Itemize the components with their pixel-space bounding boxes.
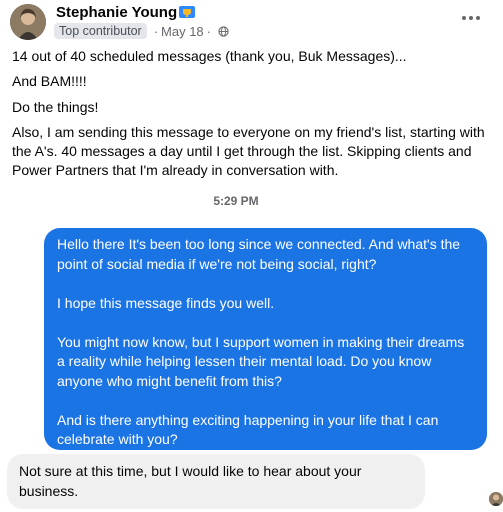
outgoing-message-bubble[interactable]: Hello there It's been too long since we … <box>44 228 487 450</box>
post-paragraph: And BAM!!!! <box>12 73 87 89</box>
meta-separator: · <box>153 23 159 39</box>
message-timestamp: 5:29 PM <box>213 194 259 208</box>
message-line: Hello there It's been too long since we … <box>57 236 461 272</box>
message-line: And is there anything exciting happening… <box>57 411 439 448</box>
seen-receipt-avatar <box>489 492 503 506</box>
incoming-message-text: Not sure at this time, but I would like … <box>19 463 362 499</box>
contributor-trophy-icon <box>178 4 196 20</box>
meta-separator: · <box>206 23 212 39</box>
post-paragraph: Do the things! <box>12 99 99 115</box>
messenger-conversation: 5:29 PM Hello there It's been too long s… <box>0 180 503 512</box>
message-line: You might now know, but I support women … <box>57 333 465 389</box>
author-avatar[interactable] <box>10 4 46 40</box>
author-name[interactable]: Stephanie Young <box>56 4 177 21</box>
post-date[interactable]: May 18 <box>161 24 204 39</box>
message-line: I hope this message finds you well. <box>57 294 275 311</box>
top-contributor-badge[interactable]: Top contributor <box>54 23 147 39</box>
facebook-post: Stephanie Young Top contributor · May 18… <box>0 0 503 180</box>
incoming-message-bubble[interactable]: Not sure at this time, but I would like … <box>7 454 425 509</box>
post-paragraph: Also, I am sending this message to every… <box>12 124 485 178</box>
globe-icon <box>218 25 229 37</box>
post-meta: Top contributor · May 18 · <box>54 22 229 40</box>
more-options-icon[interactable] <box>459 10 483 26</box>
post-paragraph: 14 out of 40 scheduled messages (thank y… <box>12 48 407 64</box>
